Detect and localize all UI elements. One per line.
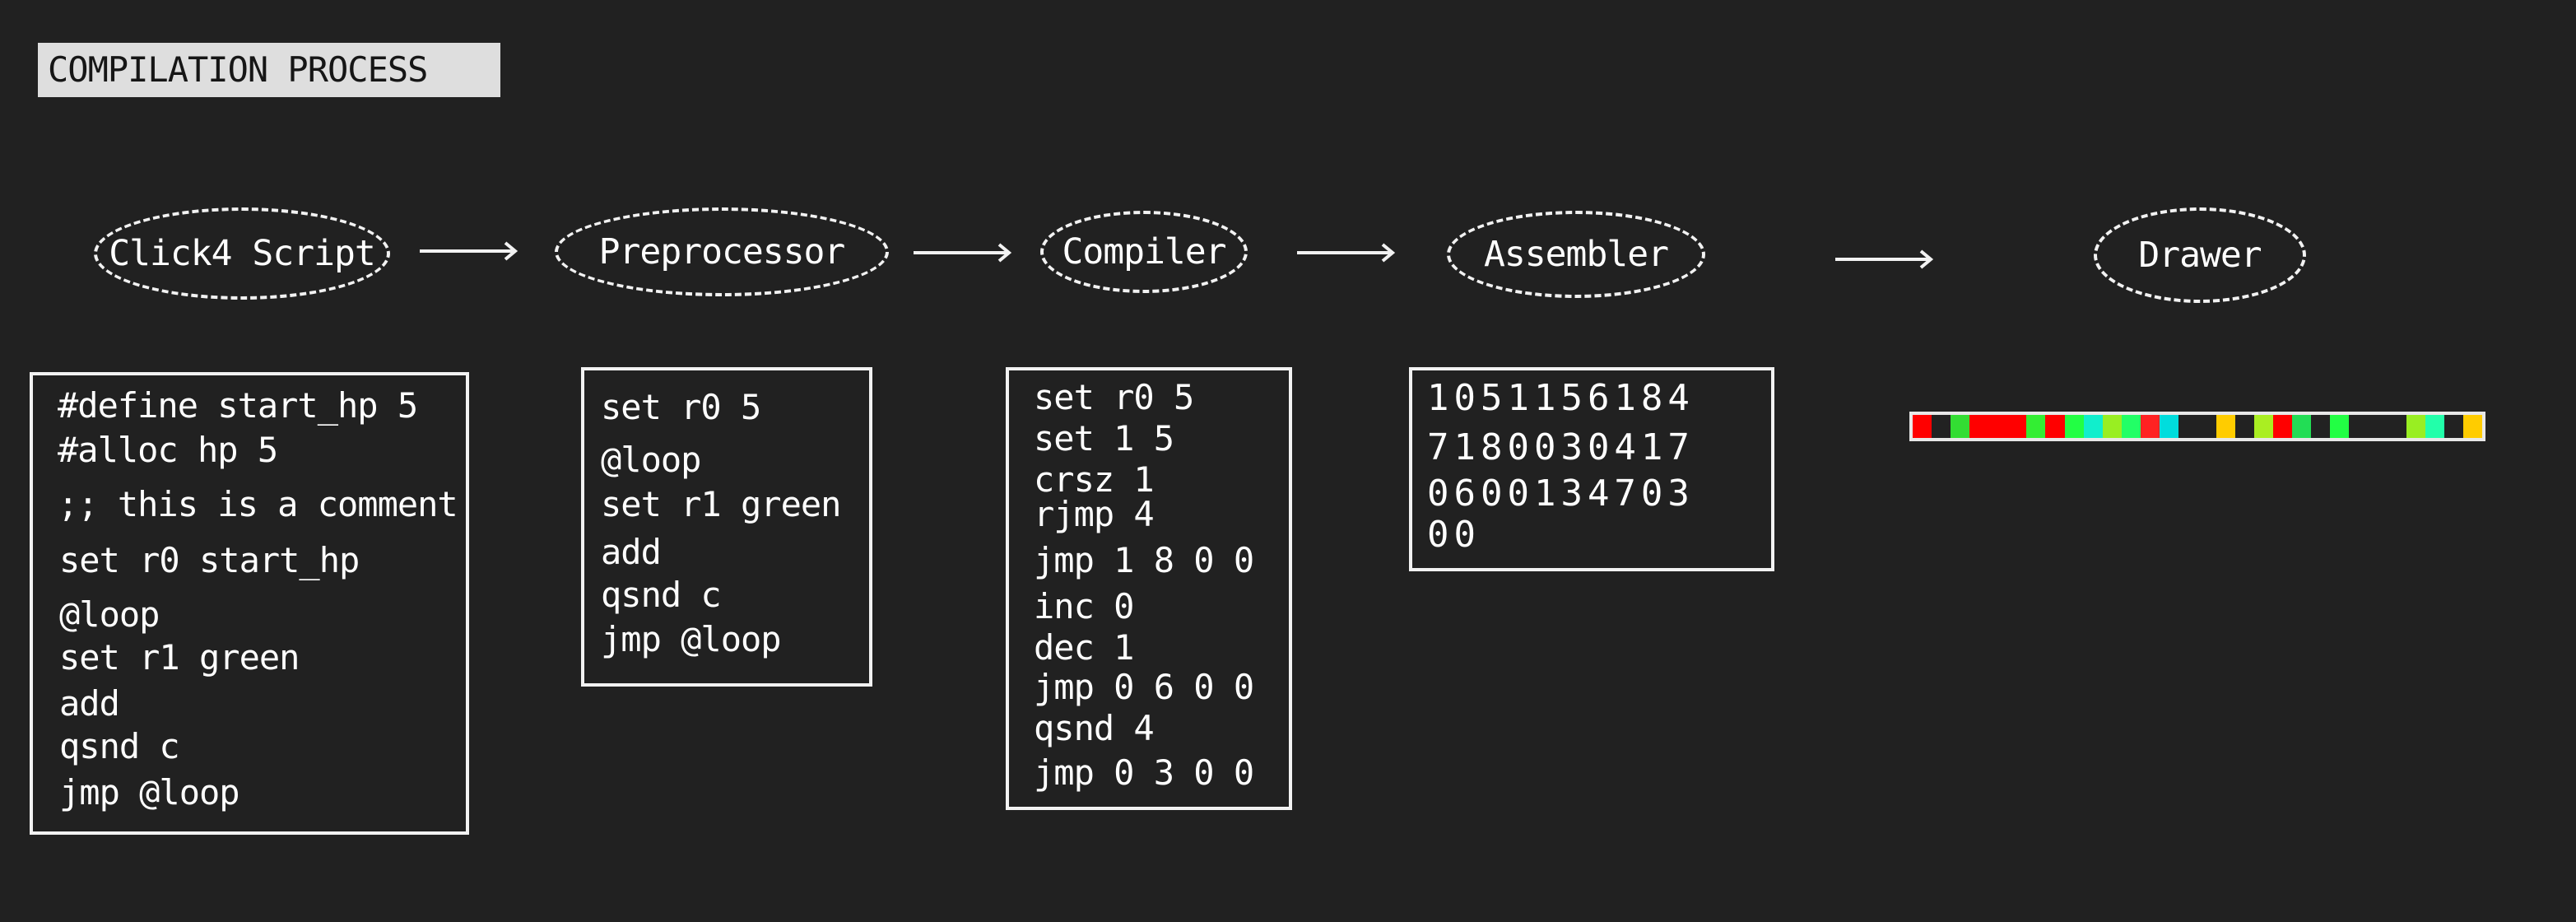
stage-assembler: Assembler [1447,211,1705,298]
color-cell [2026,415,2046,438]
code-line: set r0 5 [601,387,761,427]
color-cell [2443,415,2463,438]
code-line: add [601,532,662,572]
color-cell [2045,415,2065,438]
code-line: jmp @loop [59,772,240,813]
color-cell [2159,415,2178,438]
code-line: qsnd c [601,575,722,615]
digit-line: 7180030417 [1427,426,1695,468]
color-cell [2387,415,2406,438]
stage-preprocessor: Preprocessor [555,207,889,296]
assembled-code-box: 1051156184 7180030417 0600134703 00 [1409,367,1774,571]
color-cell [1951,415,1970,438]
script-code-box: #define start_hp 5 #alloc hp 5 ;; this i… [30,372,469,835]
color-cell [2311,415,2331,438]
color-cell [2102,415,2122,438]
color-cell [2083,415,2103,438]
code-line: set r1 green [59,637,300,678]
code-line: qsnd c [59,726,180,766]
color-cell [1988,415,2008,438]
stage-label: Click4 Script [109,233,376,274]
color-cell [2140,415,2160,438]
code-line: jmp 0 6 0 0 [1034,667,1254,707]
code-line: add [59,683,120,724]
digit-line: 00 [1427,514,1481,556]
code-line: set r0 5 [1034,377,1194,417]
stage-label: Assembler [1484,234,1669,275]
color-cell [2292,415,2312,438]
stage-label: Compiler [1062,231,1226,272]
color-cell [2254,415,2274,438]
code-line: inc 0 [1034,586,1134,626]
code-line: @loop [59,594,160,635]
color-cell [1969,415,1989,438]
digit-line: 1051156184 [1427,377,1695,419]
stage-label: Preprocessor [598,231,846,272]
color-cell [2178,415,2197,438]
color-cell [2121,415,2141,438]
code-line: #alloc hp 5 [58,430,278,470]
color-cell [1913,415,1932,438]
color-cell [2273,415,2293,438]
code-line: set r0 start_hp [59,540,360,580]
code-line: jmp 0 3 0 0 [1034,752,1254,793]
arrow-icon [1835,249,1934,269]
code-line: qsnd 4 [1034,708,1155,748]
stage-drawer: Drawer [2094,207,2306,303]
code-line: ;; this is a comment [58,484,458,524]
color-cell [2197,415,2216,438]
stage-label: Drawer [2138,235,2262,276]
color-cell [1932,415,1951,438]
diagram-title: COMPILATION PROCESS [38,43,500,97]
code-line: #define start_hp 5 [58,385,418,426]
arrow-icon [420,241,518,261]
color-cell [2216,415,2236,438]
code-line: set 1 5 [1034,418,1174,459]
color-cell [2406,415,2425,438]
code-line: dec 1 [1034,627,1134,668]
compiled-code-box: set r0 5 set 1 5 crsz 1 rjmp 4 jmp 1 8 0… [1006,367,1292,810]
code-line: @loop [601,440,701,480]
color-cell [2064,415,2084,438]
preprocessed-code-box: set r0 5 @loop set r1 green add qsnd c j… [581,367,872,687]
code-line: rjmp 4 [1034,494,1155,534]
color-cell [2007,415,2027,438]
stage-compiler: Compiler [1040,211,1248,293]
color-cell [2368,415,2388,438]
drawer-color-strip [1909,412,2485,441]
color-cell [2462,415,2482,438]
code-line: set r1 green [601,484,841,524]
color-cell [2235,415,2255,438]
color-cell [2330,415,2350,438]
arrow-icon [1297,243,1396,263]
arrow-icon [914,243,1012,263]
code-line: jmp 1 8 0 0 [1034,540,1254,580]
color-cell [2425,415,2444,438]
color-cell [2349,415,2369,438]
digit-line: 0600134703 [1427,473,1695,515]
stage-click4-script: Click4 Script [94,207,390,300]
code-line: jmp @loop [601,619,782,659]
